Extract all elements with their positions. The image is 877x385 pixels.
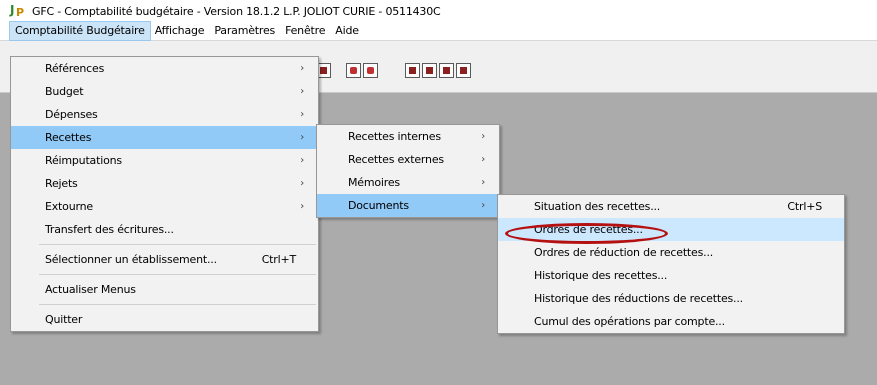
menu-item-references[interactable]: Références › xyxy=(11,57,318,80)
menu-item-recettes[interactable]: Recettes › xyxy=(11,126,318,149)
menu-item-label: Mémoires xyxy=(348,176,400,189)
menu-item-label: Cumul des opérations par compte... xyxy=(534,315,725,328)
chevron-right-icon: › xyxy=(481,177,485,188)
menu-item-label: Ordres de réduction de recettes... xyxy=(534,246,714,259)
menu-bar: Comptabilité Budgétaire Affichage Paramè… xyxy=(0,21,877,41)
menu-parametres[interactable]: Paramètres xyxy=(209,22,280,40)
menu-item-label: Recettes externes xyxy=(348,153,444,166)
chevron-right-icon: › xyxy=(300,201,304,212)
menu-item-label: Dépenses xyxy=(45,108,98,121)
menu-item-recettes-externes[interactable]: Recettes externes › xyxy=(317,148,499,171)
menu-item-actualiser-menus[interactable]: Actualiser Menus xyxy=(11,278,318,301)
menu-item-historique-reductions[interactable]: Historique des réductions de recettes... xyxy=(498,287,844,310)
menu-item-rejets[interactable]: Rejets › xyxy=(11,172,318,195)
annotation-circle xyxy=(505,223,668,244)
menu-item-label: Rejets xyxy=(45,177,78,190)
menu-item-label: Recettes internes xyxy=(348,130,441,143)
menu-separator xyxy=(39,304,316,305)
chevron-right-icon: › xyxy=(300,155,304,166)
window-title: GFC - Comptabilité budgétaire - Version … xyxy=(32,4,441,18)
menu-item-label: Situation des recettes... xyxy=(534,200,661,213)
menu-item-situation-recettes[interactable]: Situation des recettes... Ctrl+S xyxy=(498,195,844,218)
menu-item-shortcut: Ctrl+S xyxy=(787,200,822,213)
menu-item-label: Historique des réductions de recettes... xyxy=(534,292,743,305)
menu-item-extourne[interactable]: Extourne › xyxy=(11,195,318,218)
menu-item-depenses[interactable]: Dépenses › xyxy=(11,103,318,126)
chevron-right-icon: › xyxy=(300,132,304,143)
menu-item-label: Réimputations xyxy=(45,154,122,167)
menu-item-label: Budget xyxy=(45,85,84,98)
toolbar-grid-icon[interactable] xyxy=(405,63,420,78)
menu-item-cumul-operations[interactable]: Cumul des opérations par compte... xyxy=(498,310,844,333)
menu-item-label: Transfert des écritures... xyxy=(45,223,174,236)
documents-submenu: Situation des recettes... Ctrl+S Ordres … xyxy=(497,194,845,334)
menu-item-selectionner-etablissement[interactable]: Sélectionner un établissement... Ctrl+T xyxy=(11,248,318,271)
toolbar-grid-icon[interactable] xyxy=(422,63,437,78)
menu-comptabilite-budgetaire[interactable]: Comptabilité Budgétaire xyxy=(9,21,151,41)
menu-item-documents[interactable]: Documents › xyxy=(317,194,499,217)
recettes-submenu: Recettes internes › Recettes externes › … xyxy=(316,124,500,218)
menu-aide[interactable]: Aide xyxy=(330,22,364,40)
chevron-right-icon: › xyxy=(300,109,304,120)
menu-item-shortcut: Ctrl+T xyxy=(261,253,297,266)
menu-item-ordres-reduction-recettes[interactable]: Ordres de réduction de recettes... xyxy=(498,241,844,264)
menu-affichage[interactable]: Affichage xyxy=(150,22,210,40)
menu-item-recettes-internes[interactable]: Recettes internes › xyxy=(317,125,499,148)
app-logo-icon: JP xyxy=(10,3,25,19)
menu-fenetre[interactable]: Fenêtre xyxy=(280,22,330,40)
chevron-right-icon: › xyxy=(481,154,485,165)
menu-item-label: Documents xyxy=(348,199,409,212)
chevron-right-icon: › xyxy=(300,86,304,97)
chevron-right-icon: › xyxy=(481,131,485,142)
comptabilite-dropdown-menu: Références › Budget › Dépenses › Recette… xyxy=(10,56,319,332)
chevron-right-icon: › xyxy=(481,200,485,211)
menu-item-budget[interactable]: Budget › xyxy=(11,80,318,103)
toolbar-grid-icon[interactable] xyxy=(456,63,471,78)
toolbar-grid-icon[interactable] xyxy=(439,63,454,78)
toolbar-preview-icon[interactable] xyxy=(363,63,378,78)
menu-item-label: Historique des recettes... xyxy=(534,269,668,282)
toolbar-print-icon[interactable] xyxy=(346,63,361,78)
menu-item-reimputations[interactable]: Réimputations › xyxy=(11,149,318,172)
chevron-right-icon: › xyxy=(300,63,304,74)
menu-item-memoires[interactable]: Mémoires › xyxy=(317,171,499,194)
menu-separator xyxy=(39,274,316,275)
menu-separator xyxy=(39,244,316,245)
menu-item-label: Recettes xyxy=(45,131,92,144)
menu-item-label: Actualiser Menus xyxy=(45,283,136,296)
menu-item-label: Sélectionner un établissement... xyxy=(45,253,217,266)
menu-item-historique-recettes[interactable]: Historique des recettes... xyxy=(498,264,844,287)
title-bar: JP GFC - Comptabilité budgétaire - Versi… xyxy=(0,0,877,22)
chevron-right-icon: › xyxy=(300,178,304,189)
menu-item-label: Quitter xyxy=(45,313,83,326)
menu-item-label: Extourne xyxy=(45,200,93,213)
menu-item-label: Références xyxy=(45,62,105,75)
menu-item-quitter[interactable]: Quitter xyxy=(11,308,318,331)
menu-item-transfert[interactable]: Transfert des écritures... xyxy=(11,218,318,241)
